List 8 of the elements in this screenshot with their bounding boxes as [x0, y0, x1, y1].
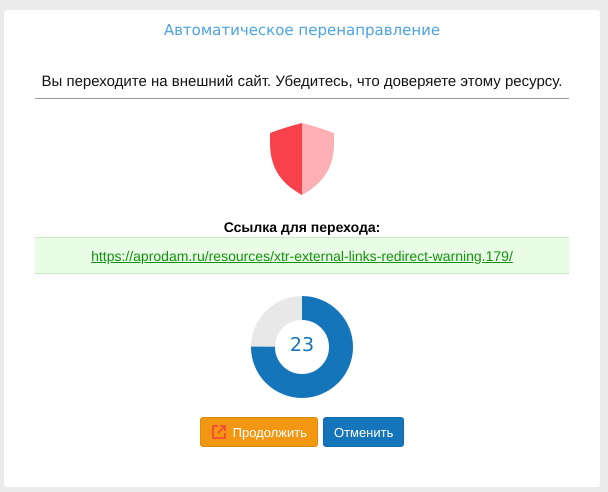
link-label: Ссылка для перехода:: [224, 219, 380, 235]
continue-button[interactable]: Продолжить: [200, 417, 318, 447]
warning-message: Вы переходите на внешний сайт. Убедитесь, что доверяете этому ресурсу.: [42, 73, 562, 90]
countdown-number: 23: [288, 334, 316, 356]
dialog-title: Автоматическое перенаправление: [164, 21, 440, 39]
external-link-icon: [210, 424, 227, 440]
redirect-link[interactable]: https://aprodam.ru/resources/xtr-external-links-redirect-warning.179/: [91, 248, 513, 264]
cancel-button[interactable]: Отменить: [322, 417, 404, 447]
